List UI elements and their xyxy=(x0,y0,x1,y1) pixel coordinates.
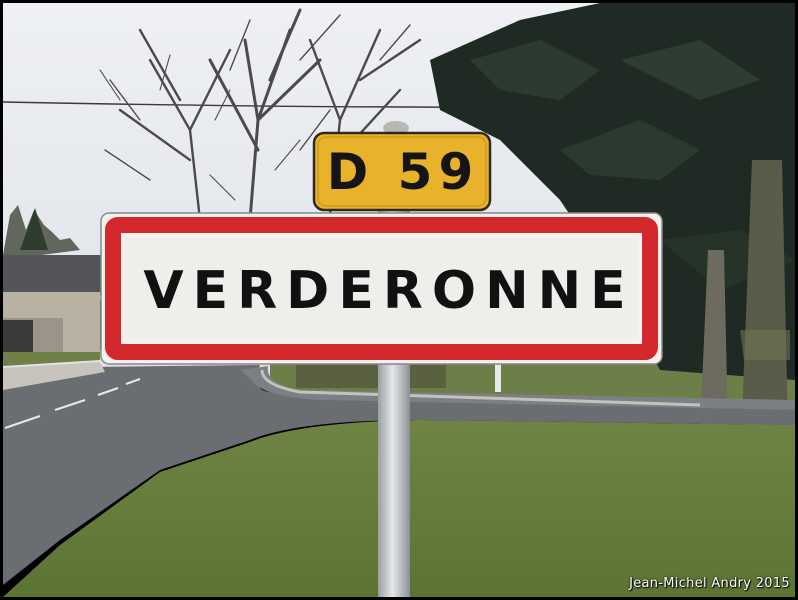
photo-credit: Jean-Michel Andry 2015 xyxy=(629,576,790,591)
marker-post xyxy=(495,364,501,392)
town-name: VERDERONNE xyxy=(143,261,634,321)
town-sign: VERDERONNE xyxy=(100,212,663,365)
route-number: D 59 xyxy=(327,143,480,201)
tree-trunk xyxy=(740,330,790,360)
house xyxy=(3,255,103,352)
road-sign-photo: D 59 VERDERONNE xyxy=(0,0,798,600)
bush xyxy=(296,362,446,388)
route-plate: D 59 xyxy=(312,131,492,212)
